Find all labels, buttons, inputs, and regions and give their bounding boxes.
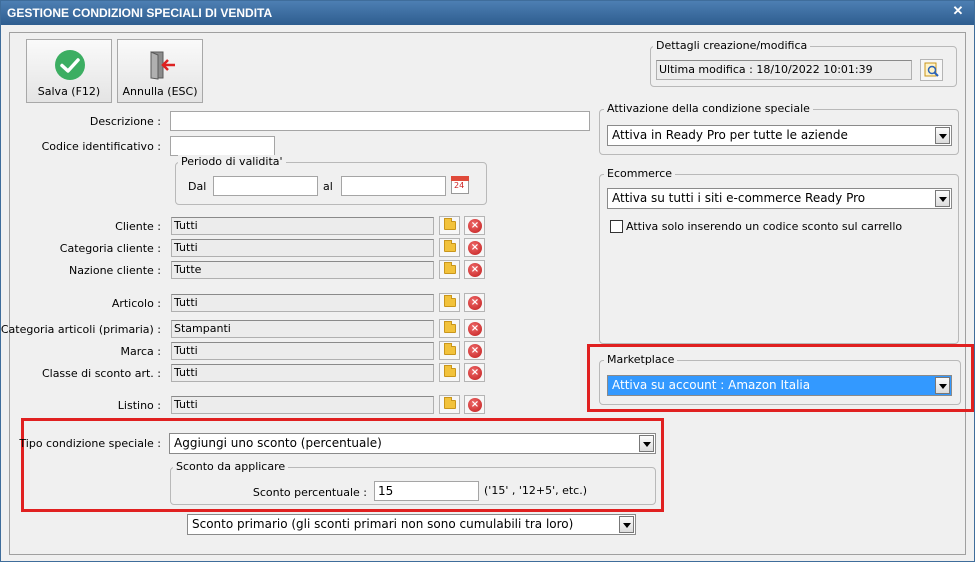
tipo-label: Tipo condizione speciale : [19, 437, 161, 450]
sconto-percentuale-label: Sconto percentuale : [252, 486, 367, 499]
categoria-cliente-clear-button[interactable]: × [464, 238, 485, 257]
al-label: al [323, 180, 333, 193]
folder-icon [444, 321, 456, 333]
calendar-day: 24 [454, 181, 465, 190]
cliente-label: Cliente : [115, 220, 161, 233]
clear-icon: × [468, 322, 482, 336]
categoria-articoli-browse-button[interactable] [439, 319, 460, 338]
classe-sconto-browse-button[interactable] [439, 363, 460, 382]
folder-icon [444, 343, 456, 355]
listino-browse-button[interactable] [439, 395, 460, 414]
clear-icon: × [468, 398, 482, 412]
main-panel: Salva (F12) Annulla (ESC) Descrizione : … [1, 32, 974, 555]
marketplace-select[interactable]: Attiva su account : Amazon Italia [607, 375, 952, 396]
cliente-field: Tutti [171, 217, 434, 235]
clear-icon: × [468, 241, 482, 255]
chevron-down-icon [639, 435, 654, 452]
clear-icon: × [468, 263, 482, 277]
classe-sconto-clear-button[interactable]: × [464, 363, 485, 382]
nazione-cliente-clear-button[interactable]: × [464, 260, 485, 279]
sconto-percentuale-input[interactable]: 15 [374, 481, 479, 501]
ecommerce-select[interactable]: Attiva su tutti i siti e-commerce Ready … [607, 188, 952, 209]
folder-icon [444, 262, 456, 274]
categoria-articoli-field: Stampanti [171, 320, 434, 338]
ecommerce-title: Ecommerce [604, 167, 676, 180]
folder-icon [444, 295, 456, 307]
codice-sconto-checkbox[interactable] [610, 220, 623, 233]
marca-label: Marca : [120, 345, 161, 358]
categoria-cliente-field: Tutti [171, 239, 434, 257]
listino-clear-button[interactable]: × [464, 395, 485, 414]
cancel-button-label: Annulla (ESC) [122, 85, 198, 98]
articolo-label: Articolo : [111, 297, 161, 310]
sconto-primario-select[interactable]: Sconto primario (gli sconti primari non … [187, 514, 636, 535]
clear-icon: × [468, 219, 482, 233]
articolo-clear-button[interactable]: × [464, 293, 485, 312]
marketplace-select-value: Attiva su account : Amazon Italia [612, 378, 811, 392]
marca-clear-button[interactable]: × [464, 341, 485, 360]
folder-icon [444, 240, 456, 252]
save-button[interactable]: Salva (F12) [26, 39, 112, 103]
cancel-button[interactable]: Annulla (ESC) [117, 39, 203, 103]
title-bar: GESTIONE CONDIZIONI SPECIALI DI VENDITA … [1, 1, 974, 25]
folder-icon [444, 365, 456, 377]
save-button-label: Salva (F12) [37, 85, 101, 98]
chevron-down-icon [935, 190, 950, 207]
dialog-window: GESTIONE CONDIZIONI SPECIALI DI VENDITA … [0, 0, 975, 562]
categoria-cliente-browse-button[interactable] [439, 238, 460, 257]
cliente-clear-button[interactable]: × [464, 216, 485, 235]
classe-sconto-label: Classe di sconto art. : [41, 367, 161, 380]
articolo-browse-button[interactable] [439, 293, 460, 312]
nazione-cliente-field: Tutte [171, 261, 434, 279]
codice-label: Codice identificativo : [41, 140, 161, 153]
categoria-cliente-label: Categoria cliente : [59, 242, 161, 255]
sconto-group-title: Sconto da applicare [173, 460, 289, 473]
tipo-select[interactable]: Aggiungi uno sconto (percentuale) [169, 433, 656, 454]
magnifier-icon [924, 62, 939, 77]
listino-label: Listino : [117, 399, 161, 412]
calendar-icon[interactable]: 24 [450, 175, 470, 195]
marca-field: Tutti [171, 342, 434, 360]
categoria-articoli-label: Categoria articoli (primaria) : [0, 323, 161, 336]
attivazione-title: Attivazione della condizione speciale [604, 102, 813, 115]
codice-input[interactable] [170, 136, 275, 156]
attivazione-select-value: Attiva in Ready Pro per tutte le aziende [612, 128, 848, 142]
sconto-hint: ('15' , '12+5', etc.) [484, 484, 587, 497]
marca-browse-button[interactable] [439, 341, 460, 360]
tipo-select-value: Aggiungi uno sconto (percentuale) [174, 436, 382, 450]
clear-icon: × [468, 366, 482, 380]
close-icon[interactable]: ✕ [950, 3, 966, 19]
categoria-articoli-clear-button[interactable]: × [464, 319, 485, 338]
chevron-down-icon [619, 516, 634, 533]
ecommerce-select-value: Attiva su tutti i siti e-commerce Ready … [612, 191, 866, 205]
al-input[interactable] [341, 176, 446, 196]
marketplace-title: Marketplace [604, 353, 678, 366]
descrizione-input[interactable] [170, 111, 590, 131]
chevron-down-icon [935, 377, 950, 394]
dettagli-title: Dettagli creazione/modifica [653, 39, 811, 52]
listino-field: Tutti [171, 396, 434, 414]
attivazione-select[interactable]: Attiva in Ready Pro per tutte le aziende [607, 125, 952, 146]
ultima-modifica-field: Ultima modifica : 18/10/2022 10:01:39 [656, 60, 912, 80]
dal-input[interactable] [213, 176, 318, 196]
periodo-title: Periodo di validita' [178, 155, 286, 168]
cliente-browse-button[interactable] [439, 216, 460, 235]
sconto-primario-value: Sconto primario (gli sconti primari non … [192, 517, 574, 531]
dal-label: Dal [188, 180, 207, 193]
check-icon [55, 50, 85, 80]
codice-sconto-checkbox-label: Attiva solo inserendo un codice sconto s… [626, 220, 903, 233]
classe-sconto-field: Tutti [171, 364, 434, 382]
clear-icon: × [468, 344, 482, 358]
clear-icon: × [468, 296, 482, 310]
descrizione-label: Descrizione : [89, 115, 161, 128]
window-title: GESTIONE CONDIZIONI SPECIALI DI VENDITA [7, 6, 273, 20]
folder-icon [444, 218, 456, 230]
dettagli-details-button[interactable] [920, 59, 943, 81]
exit-door-icon [150, 51, 175, 80]
nazione-cliente-browse-button[interactable] [439, 260, 460, 279]
folder-icon [444, 397, 456, 409]
chevron-down-icon [935, 127, 950, 144]
articolo-field: Tutti [171, 294, 434, 312]
nazione-cliente-label: Nazione cliente : [69, 264, 161, 277]
